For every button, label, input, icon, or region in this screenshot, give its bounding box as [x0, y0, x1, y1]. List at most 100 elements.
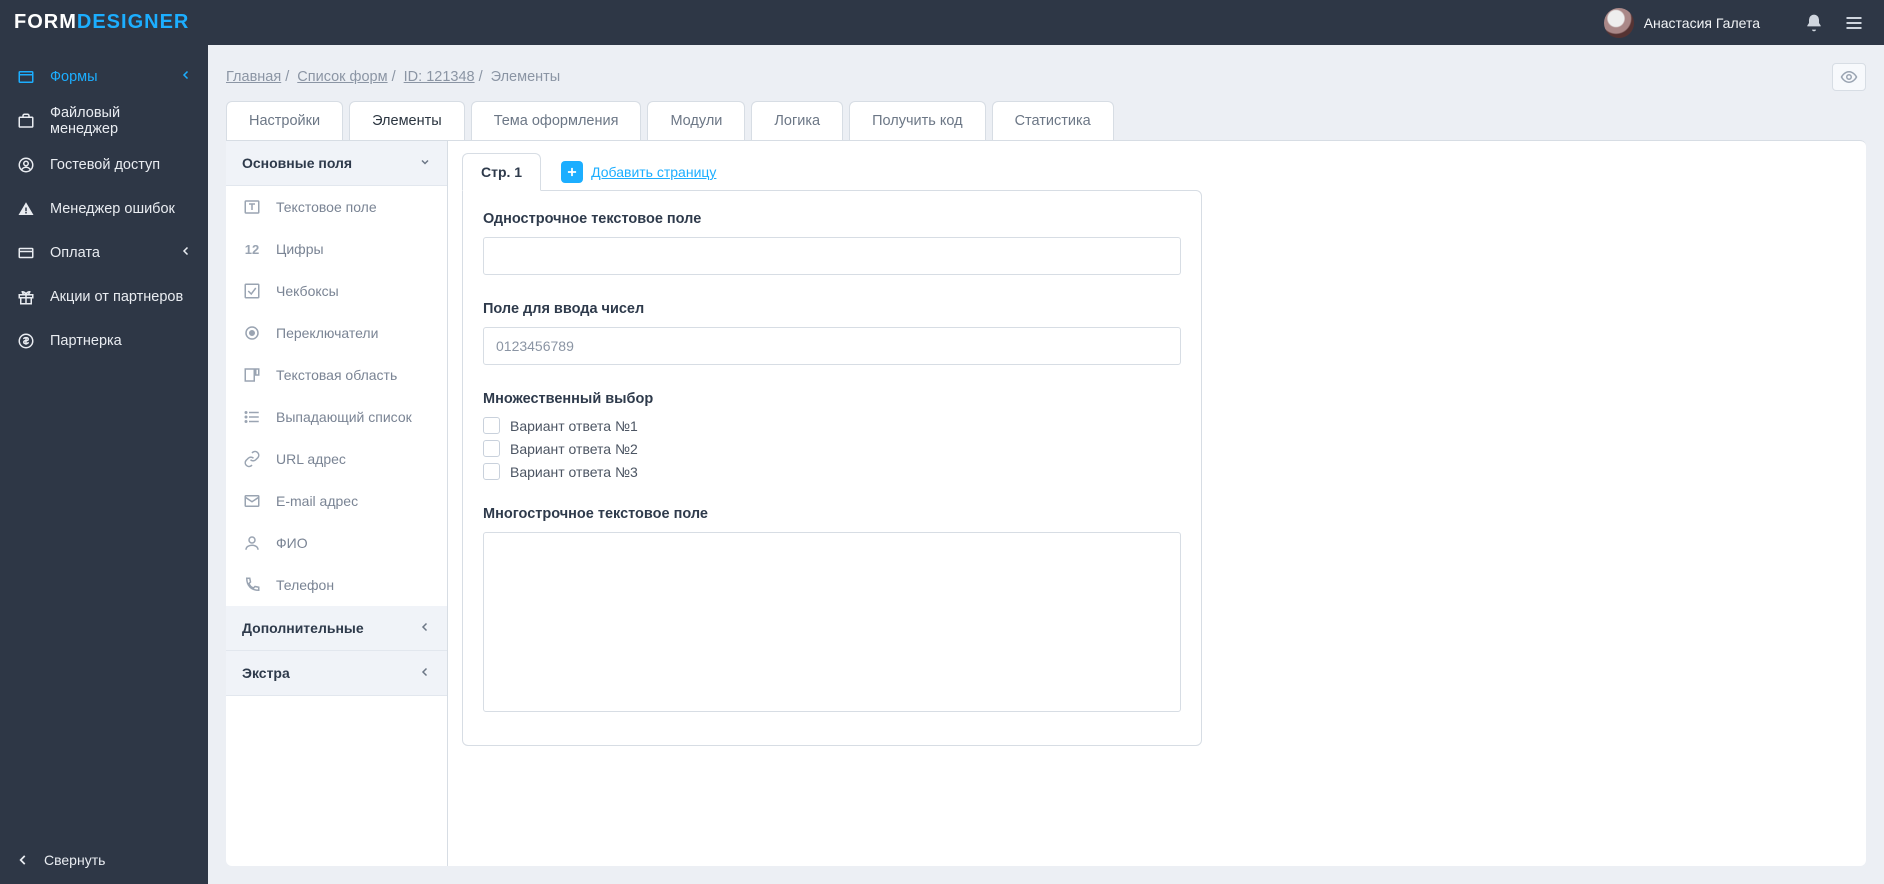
- form-field-checkboxes[interactable]: Множественный выбор Вариант ответа №1 Ва…: [483, 391, 1181, 480]
- checkbox-input[interactable]: [483, 463, 500, 480]
- palette-item-select[interactable]: Выпадающий список: [226, 396, 447, 438]
- form-field-number[interactable]: Поле для ввода чисел: [483, 301, 1181, 365]
- checkbox-input[interactable]: [483, 440, 500, 457]
- chevron-down-icon: [419, 155, 431, 171]
- number-input[interactable]: [483, 327, 1181, 365]
- accordion-basic-fields[interactable]: Основные поля: [226, 141, 447, 186]
- logo-part-2: DESIGNER: [77, 11, 189, 33]
- field-label: Поле для ввода чисел: [483, 301, 1181, 317]
- palette-item-label: Выпадающий список: [276, 409, 412, 425]
- logo-part-1: FORM: [14, 11, 77, 33]
- palette-item-label: Текстовая область: [276, 367, 397, 383]
- accordion-title: Экстра: [242, 665, 290, 681]
- sidebar-item-errors[interactable]: Менеджер ошибок: [0, 187, 208, 231]
- tab-elements[interactable]: Элементы: [349, 101, 465, 140]
- breadcrumb-link[interactable]: Главная: [226, 69, 281, 85]
- form-canvas: Стр. 1 Добавить страницу Однострочное те…: [448, 141, 1866, 866]
- breadcrumb-link[interactable]: ID: 121348: [404, 69, 475, 85]
- tab-theme[interactable]: Тема оформления: [471, 101, 642, 140]
- phone-icon: [242, 575, 262, 595]
- menu-icon[interactable]: [1844, 13, 1864, 33]
- palette-item-label: URL адрес: [276, 451, 346, 467]
- palette-item-label: Переключатели: [276, 325, 378, 341]
- sidebar-item-forms[interactable]: Формы: [0, 55, 208, 99]
- accordion-extra[interactable]: Экстра: [226, 651, 447, 696]
- link-icon: [242, 449, 262, 469]
- form-field-text[interactable]: Однострочное текстовое поле: [483, 211, 1181, 275]
- sidebar-item-label: Акции от партнеров: [50, 289, 183, 305]
- palette-item-name[interactable]: ФИО: [226, 522, 447, 564]
- add-page-label: Добавить страницу: [591, 164, 716, 180]
- field-label: Множественный выбор: [483, 391, 1181, 407]
- radio-icon: [242, 323, 262, 343]
- textarea-icon: [242, 365, 262, 385]
- sidebar-item-files[interactable]: Файловый менеджер: [0, 99, 208, 143]
- preview-button[interactable]: [1832, 63, 1866, 91]
- collapse-label: Свернуть: [44, 852, 105, 868]
- checkbox-label: Вариант ответа №3: [510, 464, 638, 480]
- checkbox-row: Вариант ответа №1: [483, 417, 1181, 434]
- page-tab[interactable]: Стр. 1: [462, 153, 541, 191]
- sidebar: Формы Файловый менеджер Гостевой доступ …: [0, 45, 208, 884]
- plus-icon: [561, 161, 583, 183]
- palette-item-checkbox[interactable]: Чекбоксы: [226, 270, 447, 312]
- palette-item-label: Текстовое поле: [276, 199, 377, 215]
- palette-item-phone[interactable]: Телефон: [226, 564, 447, 606]
- chevron-left-icon: [180, 69, 192, 85]
- forms-icon: [16, 67, 36, 87]
- tab-logic[interactable]: Логика: [751, 101, 843, 140]
- palette-item-url[interactable]: URL адрес: [226, 438, 447, 480]
- text-input[interactable]: [483, 237, 1181, 275]
- checkbox-icon: [242, 281, 262, 301]
- sidebar-item-payment[interactable]: Оплата: [0, 231, 208, 275]
- form-preview: Однострочное текстовое поле Поле для вво…: [462, 190, 1202, 746]
- user-circle-icon: [16, 155, 36, 175]
- accordion-additional[interactable]: Дополнительные: [226, 606, 447, 651]
- person-icon: [242, 533, 262, 553]
- checkbox-row: Вариант ответа №3: [483, 463, 1181, 480]
- tabs: Настройки Элементы Тема оформления Модул…: [208, 101, 1884, 140]
- avatar[interactable]: [1604, 8, 1634, 38]
- tab-getcode[interactable]: Получить код: [849, 101, 985, 140]
- tab-settings[interactable]: Настройки: [226, 101, 343, 140]
- checkbox-row: Вариант ответа №2: [483, 440, 1181, 457]
- palette-item-label: Телефон: [276, 577, 334, 593]
- username[interactable]: Анастасия Галета: [1644, 15, 1760, 31]
- breadcrumb-link[interactable]: Список форм: [297, 69, 387, 85]
- sidebar-item-label: Оплата: [50, 245, 100, 261]
- chevron-left-icon: [16, 853, 30, 867]
- tab-modules[interactable]: Модули: [647, 101, 745, 140]
- sidebar-item-guest[interactable]: Гостевой доступ: [0, 143, 208, 187]
- form-field-textarea[interactable]: Многострочное текстовое поле: [483, 506, 1181, 715]
- add-page-button[interactable]: Добавить страницу: [561, 161, 716, 183]
- notifications-icon[interactable]: [1804, 13, 1824, 33]
- sidebar-item-label: Менеджер ошибок: [50, 201, 175, 217]
- chevron-left-icon: [419, 665, 431, 681]
- breadcrumb: Главная/ Список форм/ ID: 121348/ Элемен…: [226, 69, 560, 85]
- chevron-left-icon: [419, 620, 431, 636]
- card-icon: [16, 243, 36, 263]
- palette-item-label: E-mail адрес: [276, 493, 358, 509]
- palette-item-label: Цифры: [276, 241, 324, 257]
- palette-item-number[interactable]: 12 Цифры: [226, 228, 447, 270]
- checkbox-input[interactable]: [483, 417, 500, 434]
- palette-item-email[interactable]: E-mail адрес: [226, 480, 447, 522]
- tab-stats[interactable]: Статистика: [992, 101, 1114, 140]
- field-label: Многострочное текстовое поле: [483, 506, 1181, 522]
- palette-item-textarea[interactable]: Текстовая область: [226, 354, 447, 396]
- sidebar-item-label: Формы: [50, 69, 98, 85]
- chevron-left-icon: [180, 245, 192, 261]
- number-icon: 12: [242, 239, 262, 259]
- palette-item-label: ФИО: [276, 535, 308, 551]
- sidebar-item-promo[interactable]: Акции от партнеров: [0, 275, 208, 319]
- checkbox-label: Вариант ответа №1: [510, 418, 638, 434]
- palette-item-text[interactable]: Текстовое поле: [226, 186, 447, 228]
- textarea-input[interactable]: [483, 532, 1181, 712]
- sidebar-item-partner[interactable]: Партнерка: [0, 319, 208, 363]
- sidebar-item-label: Файловый менеджер: [50, 105, 192, 137]
- palette-item-radio[interactable]: Переключатели: [226, 312, 447, 354]
- accordion-title: Основные поля: [242, 155, 352, 171]
- palette-item-label: Чекбоксы: [276, 283, 339, 299]
- collapse-sidebar-button[interactable]: Свернуть: [0, 836, 208, 884]
- logo[interactable]: FORMDESIGNER: [14, 11, 189, 34]
